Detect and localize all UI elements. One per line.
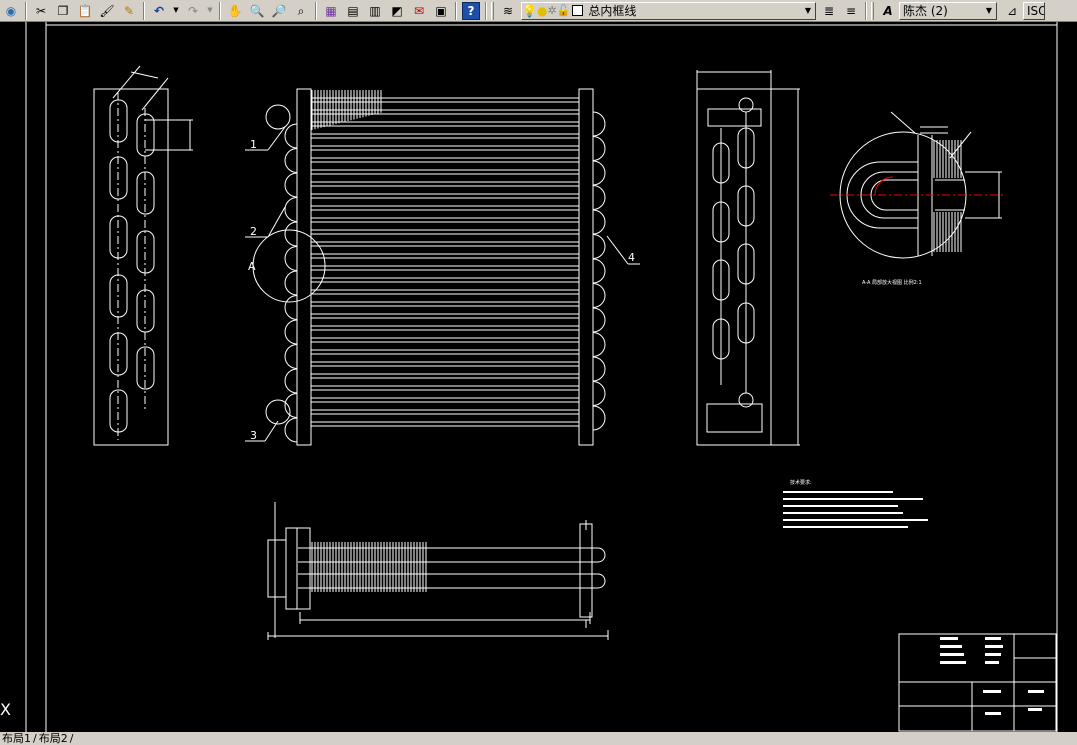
pan-icon[interactable]: ✋	[226, 2, 244, 20]
return-bend	[592, 234, 606, 259]
matchprop-icon[interactable]: 🖌	[98, 2, 116, 20]
return-bend	[284, 344, 298, 369]
globe-icon[interactable]: ◉	[2, 2, 20, 20]
return-bend	[284, 197, 298, 222]
layout-tabs: 布局1/布局2/	[0, 732, 1077, 745]
text-style-icon[interactable]: A	[879, 2, 897, 20]
return-bend	[284, 221, 298, 247]
tab-layout2[interactable]: 布局2	[37, 732, 70, 745]
slots-right-col	[136, 113, 155, 390]
tech-notes-title: 技术要求:	[790, 479, 812, 486]
title-block-text	[940, 637, 1044, 715]
tool-palettes-icon[interactable]: ▥	[366, 2, 384, 20]
zoom-window-icon[interactable]: 🔎	[270, 2, 288, 20]
return-bend	[284, 148, 298, 173]
return-bend	[592, 209, 606, 235]
drawing-canvas[interactable]: 1 2 A 3 4 技术要求: A-A 局部放大视图 比例2:1	[0, 22, 1077, 732]
detail-caption: A-A 局部放大视图 比例2:1	[862, 279, 922, 286]
toolbar-grip[interactable]	[491, 1, 494, 20]
layer-color-icon[interactable]	[572, 5, 584, 16]
toolbar-separator	[143, 1, 145, 20]
toolbar-separator	[865, 1, 867, 20]
chevron-down-icon[interactable]: ▼	[982, 3, 996, 19]
right-plate-view	[696, 70, 800, 446]
toolbar-grip[interactable]	[871, 1, 874, 20]
detail-view	[830, 111, 1005, 259]
text-style-combo[interactable]: 陈杰 (2) ▼	[899, 1, 997, 20]
return-bend	[592, 185, 606, 210]
callout-3: 1	[250, 138, 257, 151]
paste-icon[interactable]: 📋	[76, 2, 94, 20]
properties-icon[interactable]: ▦	[322, 2, 340, 20]
sheet-set-icon[interactable]: ◩	[388, 2, 406, 20]
tubes-front	[284, 97, 606, 443]
standard-toolbar: ◉ ✂ ❐ 📋 🖌 ✎ ↶ ▼ ↷ ▼ ✋ 🔍 🔎 ⌕ ▦ ▤ ▥ ◩ ✉ ▣ …	[0, 0, 1077, 22]
layer-state-icon[interactable]: ≣	[820, 2, 838, 20]
redo-icon[interactable]: ↷	[184, 2, 202, 20]
redo-dropdown-icon[interactable]: ▼	[206, 2, 214, 20]
callout-2: 2	[250, 225, 257, 238]
layer-combo[interactable]: 💡 ● ✲ 🔓 总内框线 ▼	[521, 1, 816, 20]
freeze-icon[interactable]: ✲	[547, 4, 556, 17]
return-bend	[284, 319, 298, 345]
return-bend	[284, 246, 298, 271]
tab-layout1[interactable]: 布局1	[0, 732, 33, 745]
return-bend	[592, 307, 606, 333]
layer-name: 总内框线	[588, 4, 637, 18]
dim-style-name: ISO	[1027, 3, 1044, 18]
tech-notes-text	[783, 491, 928, 528]
bottom-view	[267, 502, 609, 640]
help-icon[interactable]: ?	[462, 1, 480, 20]
left-plate-view	[93, 65, 193, 446]
toolbar-separator	[315, 1, 317, 20]
return-bend	[592, 283, 606, 308]
lock-icon[interactable]: 🔓	[557, 4, 571, 17]
title-block	[898, 633, 1057, 732]
return-bend	[592, 160, 606, 186]
markup-icon[interactable]: ✉	[410, 2, 428, 20]
dim-style-combo[interactable]: ISO	[1023, 1, 1045, 20]
layer-previous-icon[interactable]: ≡	[842, 2, 860, 20]
brush-icon[interactable]: ✎	[120, 2, 138, 20]
return-bend	[592, 136, 606, 161]
return-bend	[284, 270, 298, 296]
callout-4: 4	[628, 251, 635, 264]
toolbar-separator	[219, 1, 221, 20]
zoom-realtime-icon[interactable]: 🔍	[248, 2, 266, 20]
return-bend	[284, 123, 298, 149]
front-view	[245, 88, 640, 446]
undo-dropdown-icon[interactable]: ▼	[172, 2, 180, 20]
undo-icon[interactable]: ↶	[150, 2, 168, 20]
dim-style-icon[interactable]: ⊿	[1003, 2, 1021, 20]
return-bend	[592, 356, 606, 382]
chevron-down-icon[interactable]: ▼	[801, 3, 815, 19]
bulb-icon[interactable]: 💡	[522, 4, 537, 18]
return-bend	[284, 393, 298, 418]
return-bend	[284, 368, 298, 394]
callout-a: A	[248, 260, 256, 273]
return-bend	[592, 332, 606, 357]
return-bend	[592, 405, 606, 431]
return-bend	[592, 258, 606, 284]
copy-icon[interactable]: ❐	[54, 2, 72, 20]
layer-manager-icon[interactable]: ≋	[499, 2, 517, 20]
toolbar-separator	[485, 1, 487, 20]
toolbar-separator	[455, 1, 457, 20]
callout-1: 3	[250, 429, 257, 442]
return-bend	[284, 295, 298, 320]
return-bend	[284, 417, 298, 443]
ucs-icon: X	[0, 700, 11, 719]
zoom-previous-icon[interactable]: ⌕	[292, 2, 310, 20]
design-center-icon[interactable]: ▤	[344, 2, 362, 20]
text-style-name: 陈杰 (2)	[903, 4, 948, 18]
sun-icon[interactable]: ●	[537, 4, 547, 18]
return-bend	[592, 111, 606, 137]
toolbar-separator	[25, 1, 27, 20]
return-bend	[592, 381, 606, 406]
cut-icon[interactable]: ✂	[32, 2, 50, 20]
return-bend	[284, 172, 298, 198]
calculator-icon[interactable]: ▣	[432, 2, 450, 20]
